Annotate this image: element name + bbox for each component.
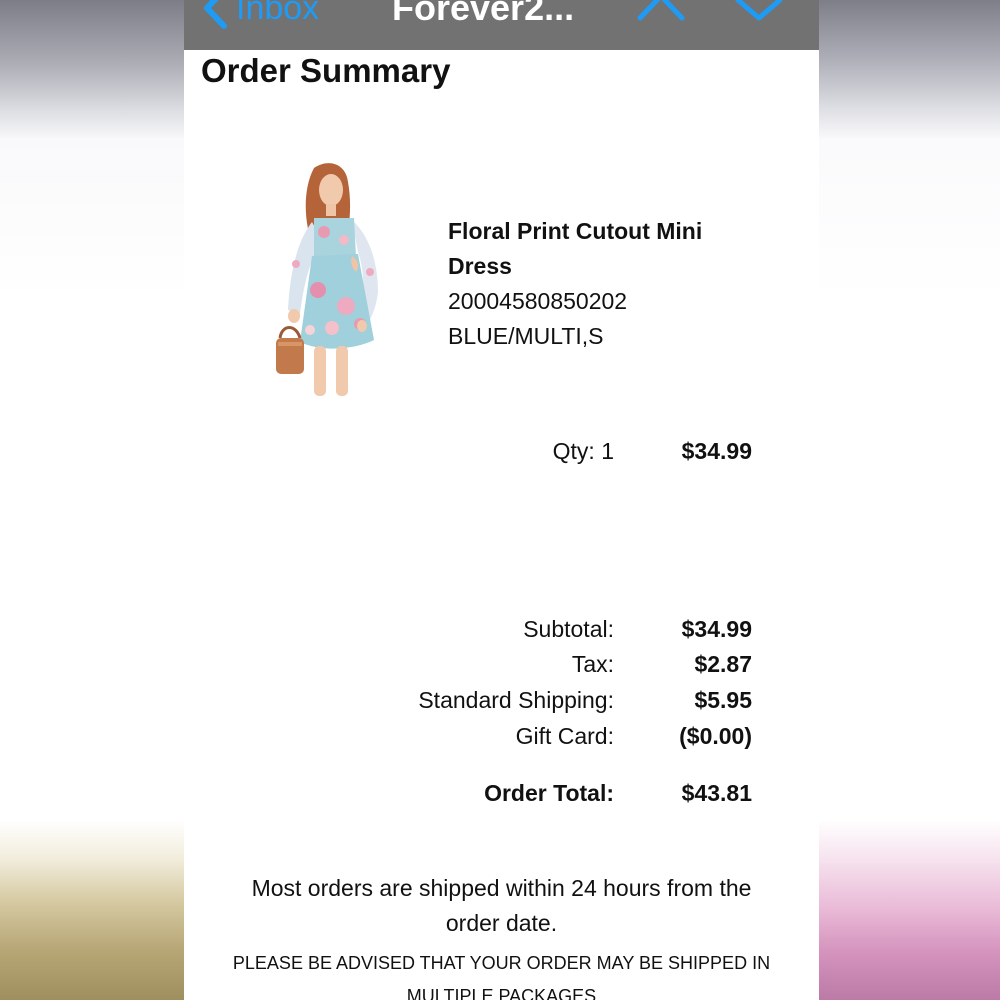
order-total-row: Order Total: $43.81 [184, 775, 819, 811]
subtotal-value: $34.99 [681, 616, 752, 642]
screenshot-stage: Inbox Forever2... Order Summary Floral P… [0, 0, 1000, 1000]
shipping-note: Most orders are shipped within 24 hours … [251, 875, 752, 936]
item-price: $34.99 [681, 438, 752, 464]
previous-message-button[interactable] [636, 0, 686, 29]
gift-card-label: Gift Card: [515, 723, 614, 749]
totals-row: Subtotal: $34.99 [184, 611, 819, 647]
totals-row: Standard Shipping: $5.95 [184, 682, 819, 718]
totals-row: Gift Card: ($0.00) [184, 718, 819, 754]
right-backdrop [819, 0, 1000, 1000]
navigation-bar: Inbox Forever2... [184, 0, 819, 50]
left-backdrop [0, 0, 184, 1000]
totals-row: Tax: $2.87 [184, 646, 819, 682]
quantity-price-row: Qty: 1 $34.99 [184, 433, 819, 469]
subtotal-label: Subtotal: [523, 616, 614, 642]
product-name[interactable]: Floral Print Cutout Mini Dress [448, 214, 768, 284]
shipping-label: Standard Shipping: [418, 687, 614, 713]
order-total-value: $43.81 [681, 780, 752, 806]
multiple-packages-advisory: PLEASE BE ADVISED THAT YOUR ORDER MAY BE… [232, 953, 771, 1000]
product-sku: 20004580850202 [448, 288, 628, 314]
order-total-label: Order Total: [484, 780, 614, 806]
chevron-down-icon [734, 0, 784, 28]
shipping-value: $5.95 [694, 687, 752, 713]
quantity-label: Qty: 1 [552, 438, 614, 464]
back-to-inbox-button[interactable]: Inbox [202, 0, 319, 34]
chevron-up-icon [636, 0, 686, 28]
email-view: Inbox Forever2... Order Summary Floral P… [184, 0, 819, 1000]
gift-card-value: ($0.00) [679, 723, 752, 749]
next-message-button[interactable] [734, 0, 784, 29]
product-variant: BLUE/MULTI,S [448, 323, 604, 349]
product-details: Floral Print Cutout Mini Dress 200045808… [448, 214, 768, 354]
message-sender-title: Forever2... [392, 0, 575, 28]
back-button-label: Inbox [236, 0, 320, 27]
order-summary-heading: Order Summary [201, 52, 451, 89]
tax-value: $2.87 [694, 651, 752, 677]
chevron-left-icon [202, 0, 228, 30]
dress-model-photo[interactable] [274, 160, 404, 400]
tax-label: Tax: [571, 651, 614, 677]
